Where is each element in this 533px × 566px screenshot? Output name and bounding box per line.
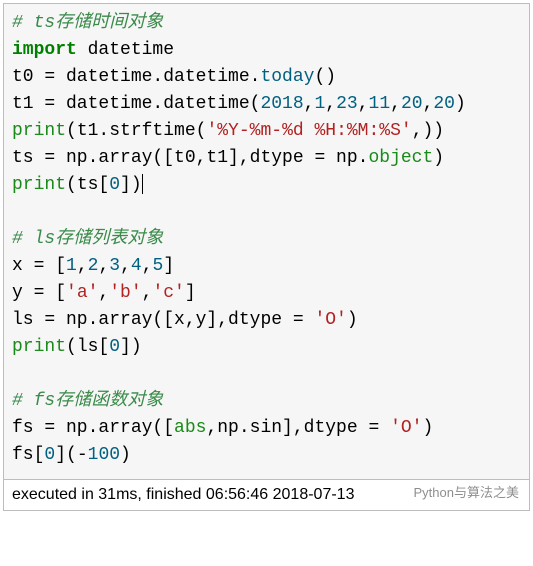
- code-text: ]: [185, 283, 196, 303]
- number: 0: [44, 445, 55, 465]
- code-text: ]): [120, 175, 142, 195]
- number: 11: [369, 94, 391, 114]
- notebook-cell: # ts存储时间对象 import datetime t0 = datetime…: [3, 3, 530, 511]
- code-text: ): [347, 310, 358, 330]
- number: 20: [433, 94, 455, 114]
- code-text: ](: [55, 445, 77, 465]
- code-text: fs[: [12, 445, 44, 465]
- string-literal: '%Y-%m-%d %H:%M:%S': [206, 121, 411, 141]
- number: 20: [401, 94, 423, 114]
- number: 23: [336, 94, 358, 114]
- code-text: y = [: [12, 283, 66, 303]
- string-literal: 'O': [390, 418, 422, 438]
- minus: -: [77, 445, 88, 465]
- code-text: t1 = datetime.datetime(: [12, 94, 260, 114]
- func-print: print: [12, 175, 66, 195]
- module-name: datetime: [77, 40, 174, 60]
- comment-line: # ls存储列表对象: [12, 229, 163, 249]
- func-abs: abs: [174, 418, 206, 438]
- code-text: x = [: [12, 256, 66, 276]
- code-text: ): [120, 445, 131, 465]
- comment-line: # ts存储时间对象: [12, 13, 163, 33]
- number: 0: [109, 175, 120, 195]
- keyword-import: import: [12, 40, 77, 60]
- number: 1: [66, 256, 77, 276]
- code-text: ts = np.array([t0,t1],dtype = np.: [12, 148, 368, 168]
- number: 0: [109, 337, 120, 357]
- func-today: today: [260, 67, 314, 87]
- code-text: ): [455, 94, 466, 114]
- string-literal: 'b': [109, 283, 141, 303]
- comment-line: # fs存储函数对象: [12, 391, 163, 411]
- code-text: t0 = datetime.datetime.: [12, 67, 260, 87]
- number: 2: [88, 256, 99, 276]
- number: 1: [314, 94, 325, 114]
- code-text: ls = np.array([x,y],dtype =: [12, 310, 314, 330]
- code-text: ]: [163, 256, 174, 276]
- execution-status: executed in 31ms, finished 06:56:46 2018…: [4, 480, 529, 510]
- code-text: fs = np.array([: [12, 418, 174, 438]
- number: 100: [88, 445, 120, 465]
- code-text: (ts[: [66, 175, 109, 195]
- func-print: print: [12, 337, 66, 357]
- code-text: ,np.sin],dtype =: [206, 418, 390, 438]
- number: 5: [153, 256, 164, 276]
- attr-object: object: [368, 148, 433, 168]
- text-cursor: [142, 174, 143, 194]
- number: 3: [109, 256, 120, 276]
- code-text: ): [422, 418, 433, 438]
- code-text: (ls[: [66, 337, 109, 357]
- code-editor[interactable]: # ts存储时间对象 import datetime t0 = datetime…: [4, 4, 529, 480]
- string-literal: 'a': [66, 283, 98, 303]
- code-text: (t1.strftime(: [66, 121, 206, 141]
- number: 2018: [260, 94, 303, 114]
- code-text: ]): [120, 337, 142, 357]
- func-print: print: [12, 121, 66, 141]
- number: 4: [131, 256, 142, 276]
- string-literal: 'O': [314, 310, 346, 330]
- code-text: ,)): [412, 121, 444, 141]
- code-text: (): [314, 67, 336, 87]
- string-literal: 'c': [152, 283, 184, 303]
- code-text: ): [433, 148, 444, 168]
